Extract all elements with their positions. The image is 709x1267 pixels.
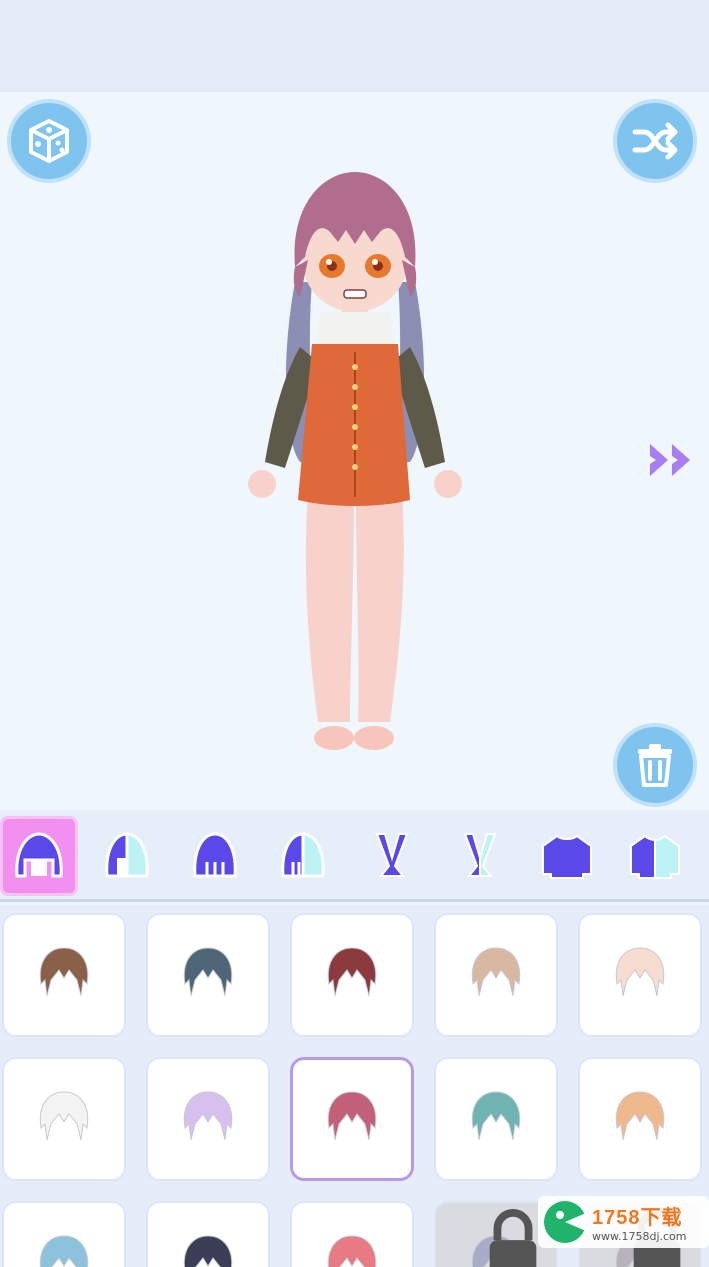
character-figure (248, 172, 462, 750)
hair-item[interactable] (578, 1057, 702, 1181)
delete-button[interactable] (613, 723, 697, 807)
status-bar (0, 0, 709, 92)
bunny-ears-split-icon (463, 833, 497, 877)
hair-style-icon (327, 947, 377, 997)
hair-style-icon (183, 1091, 233, 1141)
hair-style-icon (39, 1091, 89, 1141)
tab-bunny-ears-split[interactable] (440, 816, 518, 896)
hair-item[interactable] (290, 913, 414, 1037)
random-button[interactable] (7, 99, 91, 183)
hair-item[interactable] (146, 1201, 270, 1267)
hair-style-icon (183, 947, 233, 997)
hair-style-icon (39, 1235, 89, 1267)
watermark-url: www.1758dj.com (592, 1230, 687, 1243)
bunny-ears-icon (375, 833, 409, 877)
hair-item[interactable] (2, 913, 126, 1037)
dice-icon (29, 119, 69, 163)
tab-bunny-ears[interactable] (352, 816, 430, 896)
tab-hair-back[interactable] (176, 816, 254, 896)
hair-item[interactable] (2, 1057, 126, 1181)
tab-hair-back-split[interactable] (264, 816, 342, 896)
hair-style-icon (615, 1091, 665, 1141)
hair-item[interactable] (146, 913, 270, 1037)
tab-sweater[interactable] (528, 816, 606, 896)
hair-item[interactable] (290, 1057, 414, 1181)
hair-item[interactable] (290, 1201, 414, 1267)
watermark-logo-icon (544, 1201, 588, 1243)
hair-item[interactable] (146, 1057, 270, 1181)
tab-hair-front[interactable] (0, 816, 78, 896)
trash-icon (638, 744, 672, 787)
hair-style-icon (471, 947, 521, 997)
hair-style-icon (327, 1235, 377, 1267)
hair-back-icon (193, 832, 237, 878)
double-chevron-right-icon[interactable] (646, 440, 702, 480)
sweater-split-icon (630, 834, 680, 879)
hair-style-icon (615, 947, 665, 997)
hair-front-icon (15, 832, 63, 878)
hair-style-icon (39, 947, 89, 997)
watermark-brand: 1758下载 (592, 1207, 683, 1229)
hair-style-icon (327, 1091, 377, 1141)
hair-style-icon (471, 1091, 521, 1141)
hair-side-icon (105, 832, 149, 878)
sweater-icon (542, 834, 592, 879)
shuffle-button[interactable] (613, 99, 697, 183)
hair-item[interactable] (2, 1201, 126, 1267)
watermark: 1758下载 www.1758dj.com (538, 1196, 709, 1248)
hair-item[interactable] (578, 913, 702, 1037)
hair-style-icon (183, 1235, 233, 1267)
hair-back-split-icon (281, 832, 325, 878)
shuffle-icon (632, 122, 678, 160)
hair-item[interactable] (434, 1057, 558, 1181)
category-tabs (0, 810, 709, 902)
tab-sweater-split[interactable] (616, 816, 694, 896)
tab-hair-side[interactable] (88, 816, 166, 896)
hair-item[interactable] (434, 913, 558, 1037)
